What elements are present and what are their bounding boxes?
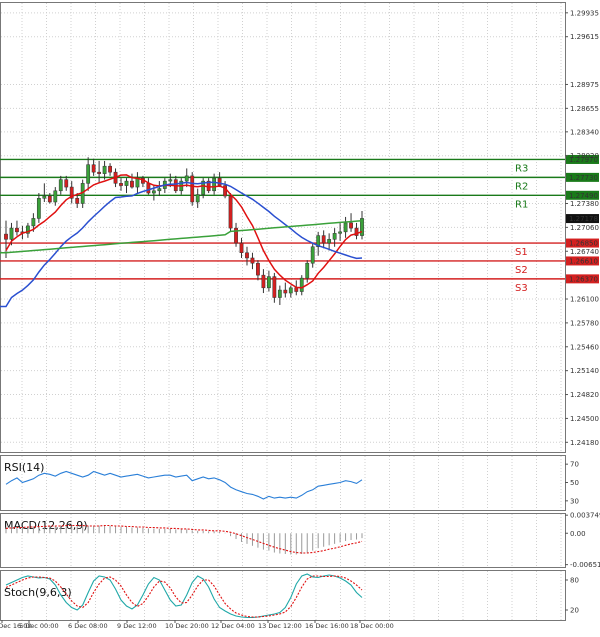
candle-bull [9,227,14,240]
candle-bull [157,188,162,192]
price-tick-label: 1.26740 [570,248,599,256]
date-axis: 4 Dec 16:005 Dec 00:006 Dec 08:009 Dec 1… [0,620,394,630]
date-label: 5 Dec 00:00 [19,622,59,630]
candle-bear [245,252,249,259]
level-name-s2: S2 [515,265,528,276]
price-tick-label: 1.25140 [570,367,599,375]
candle-bear [349,222,353,229]
candle-bear [272,276,277,298]
candle-bull [31,218,36,227]
level-name-r1: R1 [515,199,528,210]
indicator-tick-label: 20 [570,607,579,615]
candle-bull [299,277,304,292]
level-price-label: 1.26610 [569,257,598,265]
candle-bear [261,274,266,289]
candle-bull [327,239,332,244]
candle-bear [119,183,123,186]
candle-bull [184,175,189,182]
candle-bear [146,183,151,194]
candle-bear [190,175,195,203]
candle-bear [130,180,134,188]
date-label: 16 Dec 16:00 [305,622,349,630]
candle-bear [256,262,260,276]
level-price-label: 1.26370 [569,275,598,283]
indicator-label-0: RSI(14) [4,461,44,474]
date-label: 9 Dec 12:00 [117,622,157,630]
indicator-tick-label: 0.00 [570,530,586,538]
price-tick-label: 1.24180 [570,439,599,447]
forex-chart: R31.27970R21.27730R11.27490S11.26850S21.… [0,2,600,630]
level-name-s3: S3 [515,283,528,294]
price-tick-label: 1.25460 [570,343,599,351]
indicator-tick-label: 70 [570,461,579,469]
candle-bear [97,171,102,174]
price-tick-label: 1.29615 [570,33,599,41]
level-price-label: 1.27730 [569,174,598,182]
price-tick-label: 1.27060 [570,224,599,232]
price-tick-label: 1.26100 [570,296,599,304]
candle-bull [288,287,293,294]
date-label: 12 Dec 04:00 [211,622,255,630]
candle-bull [266,276,271,289]
candle-bear [108,165,112,173]
candle-bear [217,177,222,186]
date-label: 13 Dec 12:00 [258,622,302,630]
candle-bear [4,233,8,240]
level-name-s1: S1 [515,247,528,258]
candle-bear [239,242,244,253]
candle-bear [15,227,19,233]
candle-bull [36,198,41,219]
price-tick-label: 1.24820 [570,391,599,399]
price-axis: 1.29935 1.29615 1.28975 1.28655 1.28340 1.280… [565,9,599,447]
price-tick-label: 1.28975 [570,81,599,89]
price-tick-label: 1.24500 [570,415,599,423]
candle-bear [294,287,299,292]
candle-bull [195,194,200,203]
candle-bull [42,195,47,199]
candle-bull [58,179,63,192]
indicator-tick-label: -0.006511 [570,561,600,569]
panel-frame-1 [0,455,566,511]
candle-bear [47,195,52,203]
candle-bull [53,190,58,203]
candle-bear [228,195,233,229]
indicator-tick-label: 80 [570,577,579,585]
indicator-tick-label: 30 [570,497,579,505]
candle-bull [332,233,337,240]
indicator-tick-label: 0.003749 [570,512,600,520]
candle-bull [135,177,140,188]
candle-bear [321,235,326,244]
price-tick-label: 1.28020 [570,152,599,160]
price-tick-label: 1.27380 [570,200,599,208]
candle-bull [168,179,173,182]
candle-bull [151,190,156,194]
price-tick-label: 1.28340 [570,128,599,136]
current-price-label: 1.27178 [569,215,598,223]
candle-bull [305,262,310,279]
candle-bull [338,231,342,234]
price-tick-label: 1.25780 [570,319,599,327]
date-label: 10 Dec 20:00 [165,622,209,630]
candle-bull [212,177,217,192]
date-label: 18 Dec 00:00 [350,622,394,630]
candle-bear [75,198,80,204]
price-tick-label: 1.29935 [570,9,599,17]
candle-bull [343,222,348,233]
candle-bull [277,289,282,298]
candle-bear [250,257,255,264]
candle-bull [102,165,107,174]
candle-bear [64,179,69,188]
price-tick-label: 1.28655 [570,105,599,113]
level-name-r2: R2 [515,181,528,192]
candle-bear [91,164,96,173]
level-price-label: 1.27490 [569,192,598,200]
candle-bull [86,164,91,184]
candle-bull [124,180,129,186]
candle-bull [310,246,315,264]
level-price-label: 1.26850 [569,240,598,248]
candle-bear [283,289,288,294]
level-name-r3: R3 [515,163,528,174]
date-label: 6 Dec 08:00 [68,622,108,630]
indicator-tick-label: 50 [570,479,579,487]
